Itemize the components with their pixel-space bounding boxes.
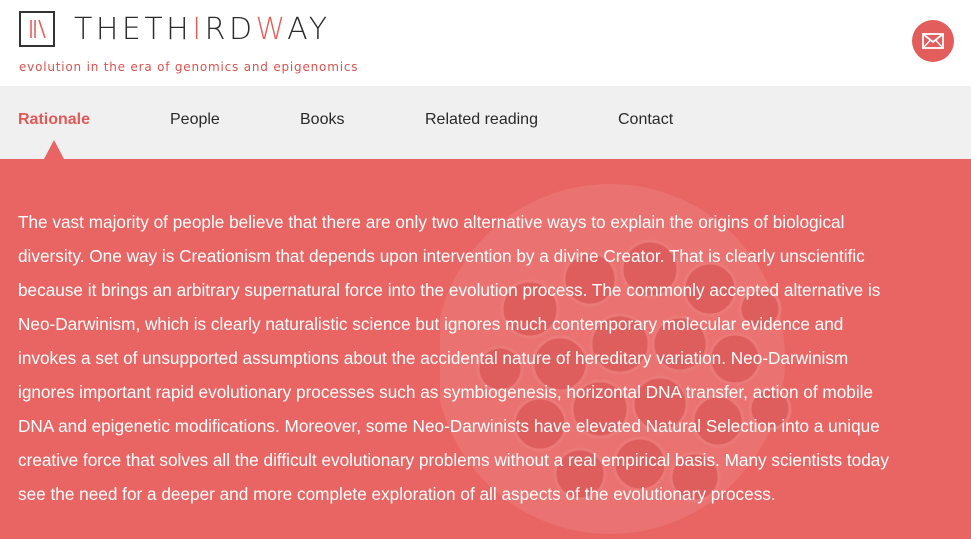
nav-item-rationale[interactable]: Rationale (18, 110, 90, 130)
brand-part: RD (204, 12, 256, 47)
brand-name[interactable]: THETHIRDWAY (74, 11, 331, 49)
site-header: THETHIRDWAY evolution in the era of geno… (0, 0, 971, 86)
active-nav-pointer (44, 140, 64, 159)
logo-icon[interactable] (19, 11, 55, 47)
envelope-icon (922, 33, 944, 49)
brand-accent: W (255, 12, 288, 47)
nav-item-related-reading[interactable]: Related reading (425, 110, 538, 130)
brand-part: AY (287, 12, 331, 47)
main-content: The vast majority of people believe that… (0, 159, 971, 539)
brand-part: THETH (74, 12, 193, 47)
nav-item-books[interactable]: Books (300, 110, 344, 130)
tagline: evolution in the era of genomics and epi… (19, 60, 359, 74)
email-button[interactable] (912, 20, 954, 62)
nav-item-people[interactable]: People (170, 110, 220, 130)
rationale-paragraph: The vast majority of people believe that… (18, 212, 889, 504)
main-nav: Rationale People Books Related reading C… (0, 86, 971, 159)
brand-accent: I (192, 12, 205, 47)
nav-item-contact[interactable]: Contact (618, 110, 673, 130)
